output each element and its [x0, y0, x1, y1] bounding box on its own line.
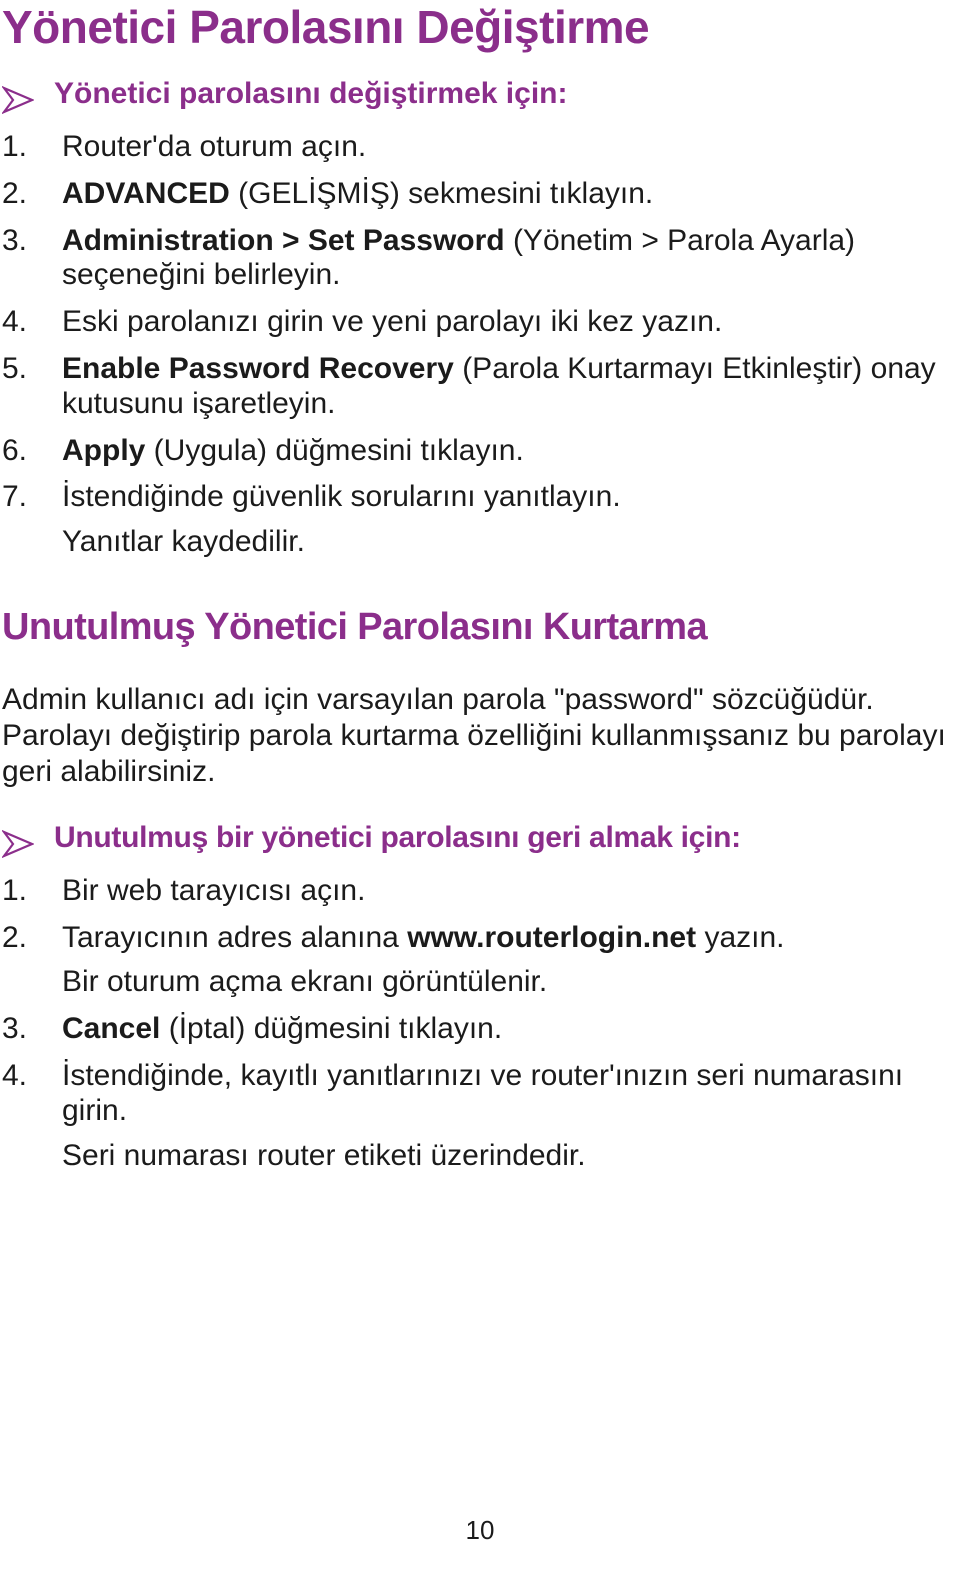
- step-text-plain: yazın.: [696, 920, 785, 954]
- arrow-bullet-icon: [2, 76, 54, 114]
- step-text: Bir web tarayıcısı açın.: [62, 874, 956, 909]
- page-title: Yönetici Parolasını Değiştirme: [2, 1, 650, 53]
- step-text: Enable Password Recovery (Parola Kurtarm…: [62, 352, 956, 422]
- list-item: 2. ADVANCED (GELİŞMİŞ) sekmesini tıklayın…: [2, 177, 956, 212]
- step-text: Router'da oturum açın.: [62, 130, 956, 165]
- step-number: 4.: [2, 1059, 28, 1093]
- recover-password-bullet: Unutulmuş bir yönetici parolasını geri a…: [2, 820, 956, 858]
- list-item: 1. Bir web tarayıcısı açın.: [2, 874, 956, 909]
- step-text-emphasis: ADVANCED: [62, 176, 239, 210]
- step-text: İstendiğinde, kayıtlı yanıtlarınızı ve r…: [62, 1059, 956, 1129]
- step-number: 2.: [2, 920, 28, 954]
- change-password-bullet-label: Yönetici parolasını değiştirmek için:: [54, 77, 568, 110]
- list-item: 3. Administration > Set Password (Yönetim…: [2, 224, 956, 294]
- list-item: 2. Tarayıcının adres alanına www.routerlo…: [2, 921, 956, 1001]
- step-number: 1.: [2, 130, 28, 163]
- list-item: 3. Cancel (İptal) düğmesini tıklayın.: [2, 1012, 956, 1047]
- list-item: 5. Enable Password Recovery (Parola Kurta…: [2, 352, 956, 422]
- step-number: 2.: [2, 176, 28, 210]
- step-text-plain: Router'da oturum açın.: [62, 130, 367, 163]
- step-note: Bir oturum açma ekranı görüntülenir.: [62, 965, 548, 999]
- page-number: 10: [465, 1515, 495, 1545]
- recover-password-heading: Unutulmuş Yönetici Parolasını Kurtarma: [2, 605, 708, 648]
- step-text: Cancel (İptal) düğmesini tıklayın.: [62, 1012, 956, 1047]
- step-text: ADVANCED (GELİŞMİŞ) sekmesini tıklayın.: [62, 177, 956, 212]
- step-text-plain: (İptal) düğmesini tıklayın.: [168, 1012, 503, 1046]
- list-item: 6. Apply (Uygula) düğmesini tıklayın.: [2, 434, 956, 469]
- list-item: 4. İstendiğinde, kayıtlı yanıtlarınızı ve…: [2, 1059, 956, 1173]
- step-text-plain: Bir web tarayıcısı açın.: [62, 873, 366, 907]
- step-text-plain: Eski parolanızı girin ve yeni parolayı i…: [62, 305, 723, 339]
- step-text: Eski parolanızı girin ve yeni parolayı i…: [62, 305, 956, 340]
- step-number: 6.: [2, 433, 28, 467]
- recover-password-steps: 1. Bir web tarayıcısı açın. 2. Tarayıcının …: [2, 874, 956, 1174]
- step-note: Seri numarası router etiketi üzerindedir…: [62, 1138, 586, 1172]
- step-text-plain: Tarayıcının adres alanına: [62, 920, 408, 954]
- step-text-emphasis: Enable Password Recovery: [62, 351, 463, 385]
- step-text-plain: İstendiğinde güvenlik sorularını yanıtla…: [62, 480, 621, 514]
- step-text: İstendiğinde güvenlik sorularını yanıtla…: [62, 480, 956, 515]
- step-number: 3.: [2, 1012, 28, 1046]
- step-number: 7.: [2, 480, 28, 514]
- step-number: 5.: [2, 351, 28, 385]
- list-item: 1. Router'da oturum açın.: [2, 130, 956, 165]
- step-text-plain: (Uygula) düğmesini tıklayın.: [153, 433, 524, 467]
- step-text: Tarayıcının adres alanına www.routerlogi…: [62, 921, 956, 956]
- change-password-bullet: Yönetici parolasını değiştirmek için:: [2, 76, 956, 114]
- list-item: 4. Eski parolanızı girin ve yeni parolayı…: [2, 305, 956, 340]
- step-text-plain: İstendiğinde, kayıtlı yanıtlarınızı ve r…: [62, 1059, 904, 1127]
- list-item: 7. İstendiğinde güvenlik sorularını yanıt…: [2, 480, 956, 560]
- step-note: Yanıtlar kaydedilir.: [62, 525, 305, 559]
- step-text: Administration > Set Password (Yönetim >…: [62, 224, 956, 294]
- step-number: 3.: [2, 223, 28, 257]
- step-text-emphasis: Administration > Set Password: [62, 223, 513, 257]
- document-page: Yönetici Parolasını Değiştirme Yönetici …: [0, 0, 960, 1580]
- recover-password-bullet-label: Unutulmuş bir yönetici parolasını geri a…: [54, 820, 741, 854]
- step-text: Apply (Uygula) düğmesini tıklayın.: [62, 434, 956, 469]
- change-password-steps: 1. Router'da oturum açın. 2. ADVANCED (GELİ…: [2, 130, 956, 560]
- step-number: 4.: [2, 305, 28, 339]
- recover-password-paragraph: Admin kullanıcı adı için varsayılan paro…: [2, 682, 946, 788]
- step-text-emphasis: Cancel: [62, 1012, 169, 1046]
- step-text-plain: (GELİŞMİŞ) sekmesini tıklayın.: [238, 176, 654, 210]
- step-number: 1.: [2, 873, 28, 907]
- step-text-emphasis: www.routerlogin.net: [407, 920, 697, 954]
- step-text-emphasis: Apply: [62, 433, 154, 467]
- arrow-bullet-icon: [2, 820, 54, 858]
